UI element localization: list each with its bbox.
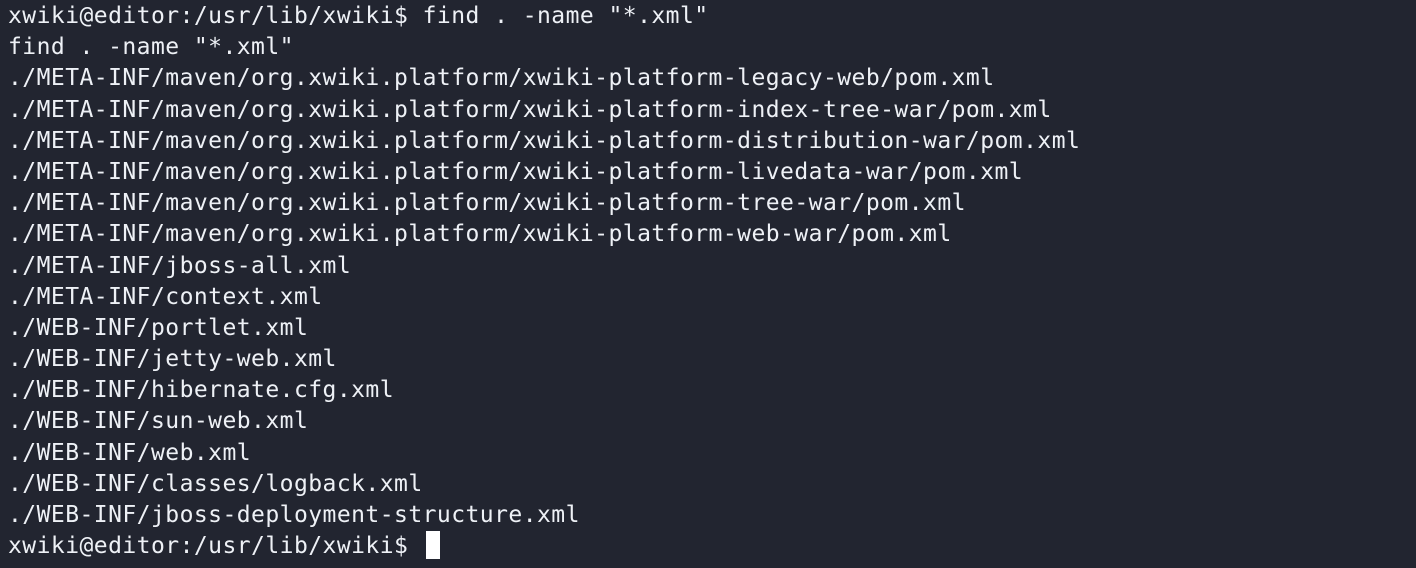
text-cursor — [425, 531, 440, 560]
terminal-window[interactable]: xwiki@editor:/usr/lib/xwiki$ find . -nam… — [0, 0, 1416, 568]
terminal-line-output: ./WEB-INF/sun-web.xml — [8, 408, 309, 435]
terminal-line-echo: find . -name "*.xml" — [8, 34, 294, 61]
terminal-line-output: ./WEB-INF/web.xml — [8, 439, 252, 466]
terminal-line-output: ./WEB-INF/classes/logback.xml — [8, 470, 423, 497]
terminal-line-output: ./META-INF/maven/org.xwiki.platform/xwik… — [8, 221, 952, 248]
terminal-line-output: ./WEB-INF/jboss-deployment-structure.xml — [8, 502, 580, 528]
terminal-line-output: ./META-INF/maven/org.xwiki.platform/xwik… — [8, 127, 1081, 154]
terminal-line-output: ./WEB-INF/hibernate.cfg.xml — [8, 377, 395, 404]
terminal-line-output: ./META-INF/maven/org.xwiki.platform/xwik… — [8, 65, 995, 92]
terminal-line-output: ./META-INF/context.xml — [8, 283, 323, 310]
terminal-prompt-line[interactable]: xwiki@editor:/usr/lib/xwiki$ — [8, 531, 1416, 562]
terminal-line-output: ./WEB-INF/jetty-web.xml — [8, 346, 337, 373]
terminal-line-output: ./META-INF/maven/org.xwiki.platform/xwik… — [8, 158, 1024, 185]
terminal-line-output: ./WEB-INF/portlet.xml — [8, 314, 309, 341]
terminal-line-output: ./META-INF/jboss-all.xml — [8, 252, 352, 279]
terminal-line-output: ./META-INF/maven/org.xwiki.platform/xwik… — [8, 96, 1052, 123]
shell-prompt: xwiki@editor:/usr/lib/xwiki$ — [8, 533, 423, 560]
terminal-line-output: ./META-INF/maven/org.xwiki.platform/xwik… — [8, 190, 966, 217]
terminal-line-command: xwiki@editor:/usr/lib/xwiki$ find . -nam… — [8, 3, 709, 29]
